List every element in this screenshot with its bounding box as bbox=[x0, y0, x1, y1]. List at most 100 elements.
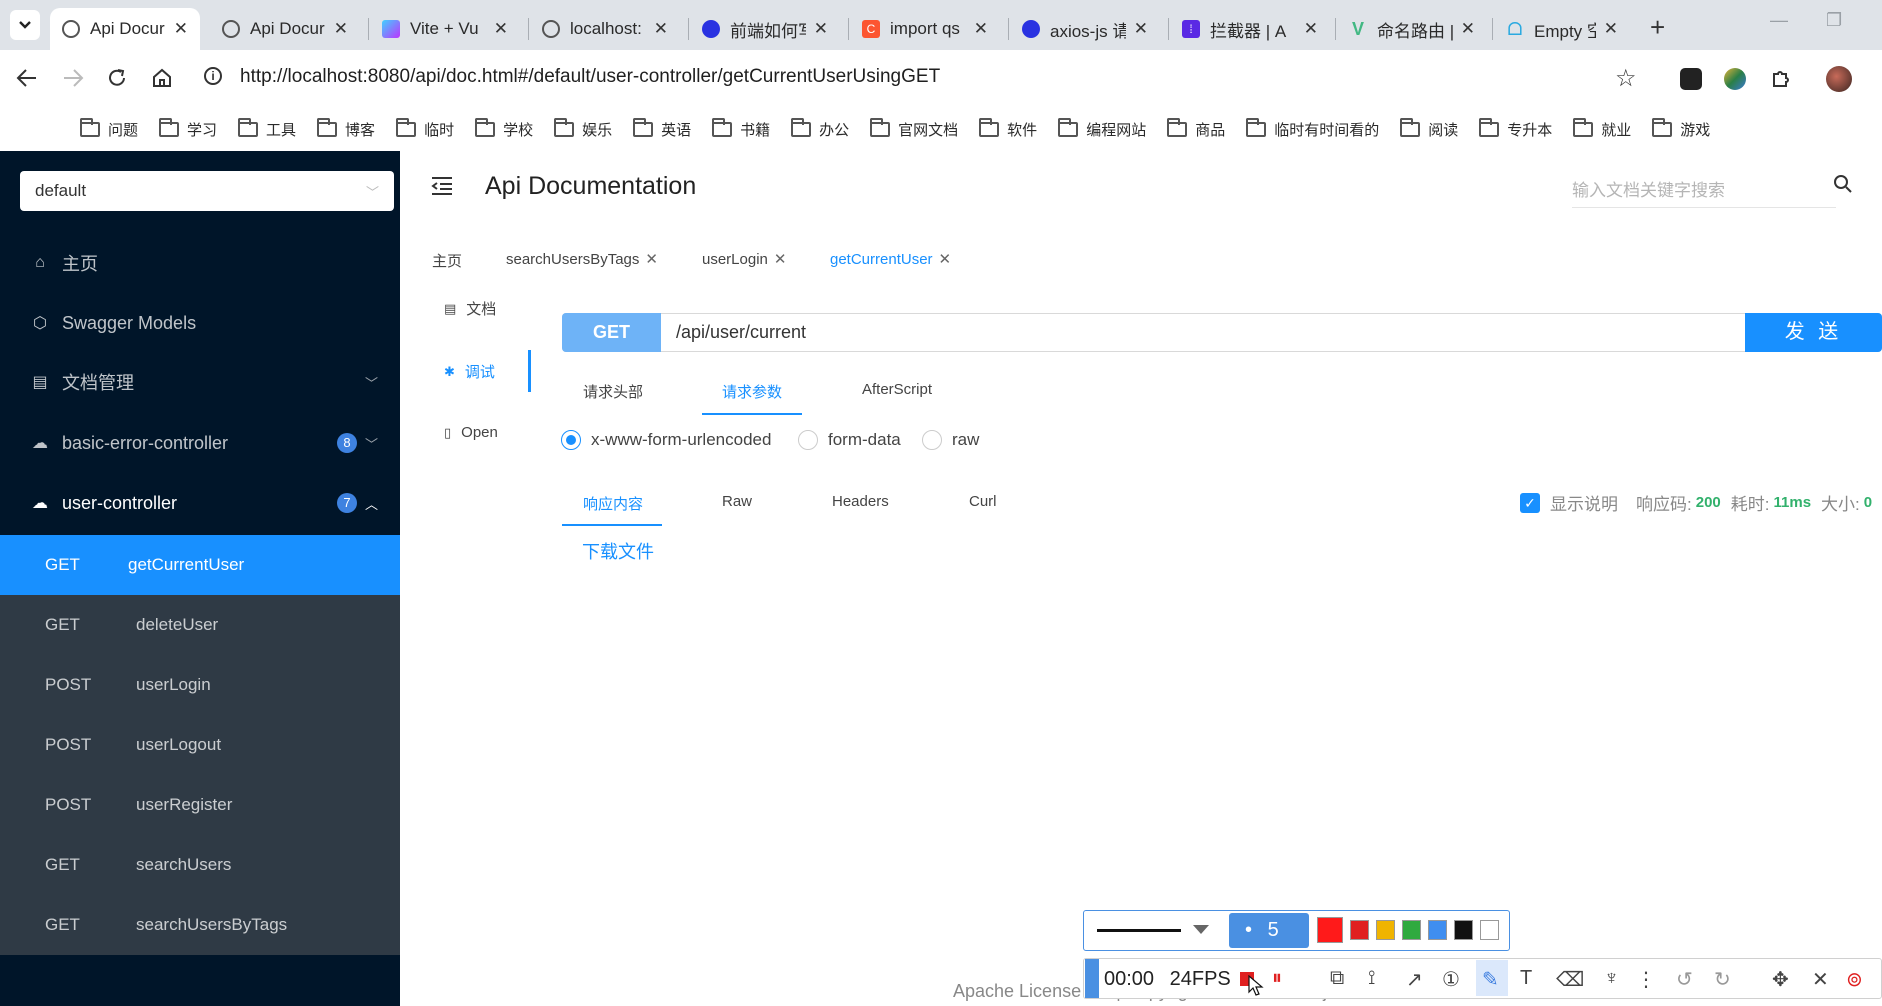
browser-tab-6[interactable]: C import qs ✕ bbox=[850, 8, 1000, 50]
bookmark-folder[interactable]: 博客 bbox=[317, 117, 375, 140]
close-tab-icon[interactable]: ✕ bbox=[334, 19, 348, 39]
text-tool-icon[interactable]: T bbox=[1520, 967, 1532, 990]
extension-icon-2[interactable] bbox=[1724, 68, 1746, 90]
close-icon[interactable]: ✕ bbox=[645, 250, 658, 268]
api-item-userLogin[interactable]: POST userLogin bbox=[8, 655, 396, 715]
browser-tab-4[interactable]: localhost: ✕ bbox=[530, 8, 680, 50]
tab-response-content[interactable]: 响应内容 bbox=[583, 493, 643, 514]
close-tab-icon[interactable]: ✕ bbox=[174, 19, 188, 39]
move-icon[interactable]: ✥ bbox=[1772, 967, 1789, 992]
api-item-userRegister[interactable]: POST userRegister bbox=[8, 775, 396, 835]
color-swatch-white[interactable] bbox=[1480, 920, 1499, 940]
side-tab-debug[interactable]: ✱ 调试 bbox=[444, 361, 495, 382]
api-item-deleteUser[interactable]: GET deleteUser bbox=[8, 595, 396, 655]
tab-request-headers[interactable]: 请求头部 bbox=[583, 381, 643, 402]
bookmark-folder[interactable]: 学校 bbox=[475, 117, 533, 140]
new-tab-button[interactable]: + bbox=[1650, 12, 1665, 43]
sidebar-item-basic-error-controller[interactable]: ☁ basic-error-controller 8 ﹀ bbox=[0, 413, 400, 473]
eraser-icon[interactable]: ⌫ bbox=[1556, 967, 1584, 992]
tab-response-raw[interactable]: Raw bbox=[722, 493, 752, 510]
doc-tab-home[interactable]: 主页 bbox=[432, 250, 462, 271]
bookmark-star-icon[interactable]: ☆ bbox=[1615, 64, 1637, 93]
bookmark-folder[interactable]: 商品 bbox=[1167, 117, 1225, 140]
browser-tab-5[interactable]: 前端如何写 ✕ bbox=[690, 8, 840, 50]
color-swatch-black[interactable] bbox=[1454, 920, 1473, 940]
bookmark-folder[interactable]: 官网文档 bbox=[870, 117, 958, 140]
bookmark-folder[interactable]: 阅读 bbox=[1400, 117, 1458, 140]
sidebar-item-user-controller[interactable]: ☁ user-controller 7 ︿ bbox=[0, 473, 400, 533]
browser-tab-10[interactable]: ᗝ Empty 空 ✕ bbox=[1494, 8, 1630, 50]
bookmark-folder[interactable]: 临时有时间看的 bbox=[1246, 117, 1379, 140]
menu-collapse-icon[interactable] bbox=[430, 175, 454, 197]
request-path-input[interactable]: /api/user/current bbox=[676, 322, 806, 343]
home-browser-icon[interactable] bbox=[151, 67, 173, 89]
close-tab-icon[interactable]: ✕ bbox=[974, 19, 988, 39]
side-tab-open[interactable]: ▯ Open bbox=[444, 424, 498, 441]
bookmark-folder[interactable]: 游戏 bbox=[1652, 117, 1710, 140]
restore-icon[interactable]: ❐ bbox=[1826, 10, 1842, 31]
redo-icon[interactable]: ↻ bbox=[1714, 967, 1731, 992]
number-marker-icon[interactable]: ① bbox=[1442, 967, 1460, 992]
tab-afterscript[interactable]: AfterScript bbox=[862, 381, 932, 398]
bookmark-folder[interactable]: 学习 bbox=[159, 117, 217, 140]
color-swatch-green[interactable] bbox=[1402, 920, 1421, 940]
browser-tab-8[interactable]: ⁞ 拦截器 | A ✕ bbox=[1170, 8, 1330, 50]
profile-avatar[interactable] bbox=[1826, 66, 1852, 92]
undo-icon[interactable]: ↺ bbox=[1676, 967, 1693, 992]
forward-icon[interactable] bbox=[62, 68, 84, 88]
address-bar[interactable]: http://localhost:8080/api/doc.html#/defa… bbox=[240, 66, 940, 88]
recorder-drag-handle[interactable] bbox=[1085, 959, 1099, 998]
reload-icon[interactable] bbox=[106, 67, 128, 89]
extensions-puzzle-icon[interactable] bbox=[1770, 67, 1792, 89]
close-tab-icon[interactable]: ✕ bbox=[1604, 19, 1618, 39]
close-icon[interactable]: ✕ bbox=[1812, 967, 1829, 992]
search-icon[interactable] bbox=[1833, 174, 1853, 194]
sidebar-item-home[interactable]: ⌂ 主页 bbox=[0, 233, 400, 293]
close-tab-icon[interactable]: ✕ bbox=[1304, 19, 1318, 39]
close-tab-icon[interactable]: ✕ bbox=[1134, 19, 1148, 39]
doc-tab-searchUsersByTags[interactable]: searchUsersByTags ✕ bbox=[506, 250, 658, 269]
sidebar-item-doc-manage[interactable]: ▤ 文档管理 ﹀ bbox=[0, 352, 400, 412]
browser-tab-1[interactable]: Api Docur ✕ bbox=[50, 8, 200, 50]
browser-tab-9[interactable]: V 命名路由 | ✕ bbox=[1337, 8, 1487, 50]
bookmark-folder[interactable]: 办公 bbox=[791, 117, 849, 140]
checkbox-checked-icon[interactable]: ✓ bbox=[1520, 492, 1540, 513]
bookmark-folder[interactable]: 临时 bbox=[396, 117, 454, 140]
extension-icon-1[interactable] bbox=[1680, 68, 1702, 90]
api-item-searchUsersByTags[interactable]: GET searchUsersByTags bbox=[8, 895, 396, 955]
color-swatch-yellow[interactable] bbox=[1376, 920, 1395, 940]
radio-urlencoded[interactable]: x-www-form-urlencoded bbox=[561, 430, 771, 450]
api-item-userLogout[interactable]: POST userLogout bbox=[8, 715, 396, 775]
shapes-icon[interactable]: ⧉ bbox=[1330, 967, 1344, 990]
bookmark-folder[interactable]: 工具 bbox=[238, 117, 296, 140]
tab-response-headers[interactable]: Headers bbox=[832, 493, 889, 510]
bookmark-folder[interactable]: 软件 bbox=[979, 117, 1037, 140]
sidebar-item-swagger-models[interactable]: ⬡ Swagger Models bbox=[0, 293, 400, 353]
close-icon[interactable]: ✕ bbox=[939, 250, 952, 268]
bookmark-folder[interactable]: 就业 bbox=[1573, 117, 1631, 140]
line-style-icon[interactable] bbox=[1097, 929, 1181, 932]
highlighter-icon[interactable]: ♆ bbox=[1604, 967, 1619, 990]
color-swatch-red[interactable] bbox=[1317, 917, 1343, 943]
tab-request-params[interactable]: 请求参数 bbox=[722, 381, 782, 402]
send-button[interactable]: 发 送 bbox=[1745, 313, 1882, 352]
bookmark-folder[interactable]: 专升本 bbox=[1479, 117, 1552, 140]
api-item-getCurrentUser[interactable]: GET getCurrentUser bbox=[0, 535, 400, 595]
pen-size-selector[interactable]: • 5 bbox=[1229, 913, 1309, 948]
close-icon[interactable]: ✕ bbox=[774, 250, 787, 268]
color-swatch-darkred[interactable] bbox=[1350, 920, 1369, 940]
doc-tab-getCurrentUser[interactable]: getCurrentUser ✕ bbox=[830, 250, 952, 269]
bookmark-folder[interactable]: 书籍 bbox=[712, 117, 770, 140]
minimize-icon[interactable]: — bbox=[1770, 10, 1788, 31]
caret-down-icon[interactable] bbox=[1193, 925, 1209, 934]
polyline-icon[interactable]: ⟟ bbox=[1368, 967, 1375, 990]
arrow-icon[interactable]: ↗ bbox=[1406, 967, 1423, 992]
color-swatch-blue[interactable] bbox=[1428, 920, 1447, 940]
api-item-searchUsers[interactable]: GET searchUsers bbox=[8, 835, 396, 895]
doc-search-input[interactable]: 输入文档关键字搜索 bbox=[1572, 170, 1836, 208]
back-icon[interactable] bbox=[16, 68, 38, 88]
download-file-link[interactable]: 下载文件 bbox=[582, 538, 654, 564]
browser-tab-2[interactable]: Api Docur ✕ bbox=[210, 8, 360, 50]
tab-response-curl[interactable]: Curl bbox=[969, 493, 997, 510]
more-vertical-icon[interactable]: ⋮ bbox=[1636, 967, 1656, 992]
